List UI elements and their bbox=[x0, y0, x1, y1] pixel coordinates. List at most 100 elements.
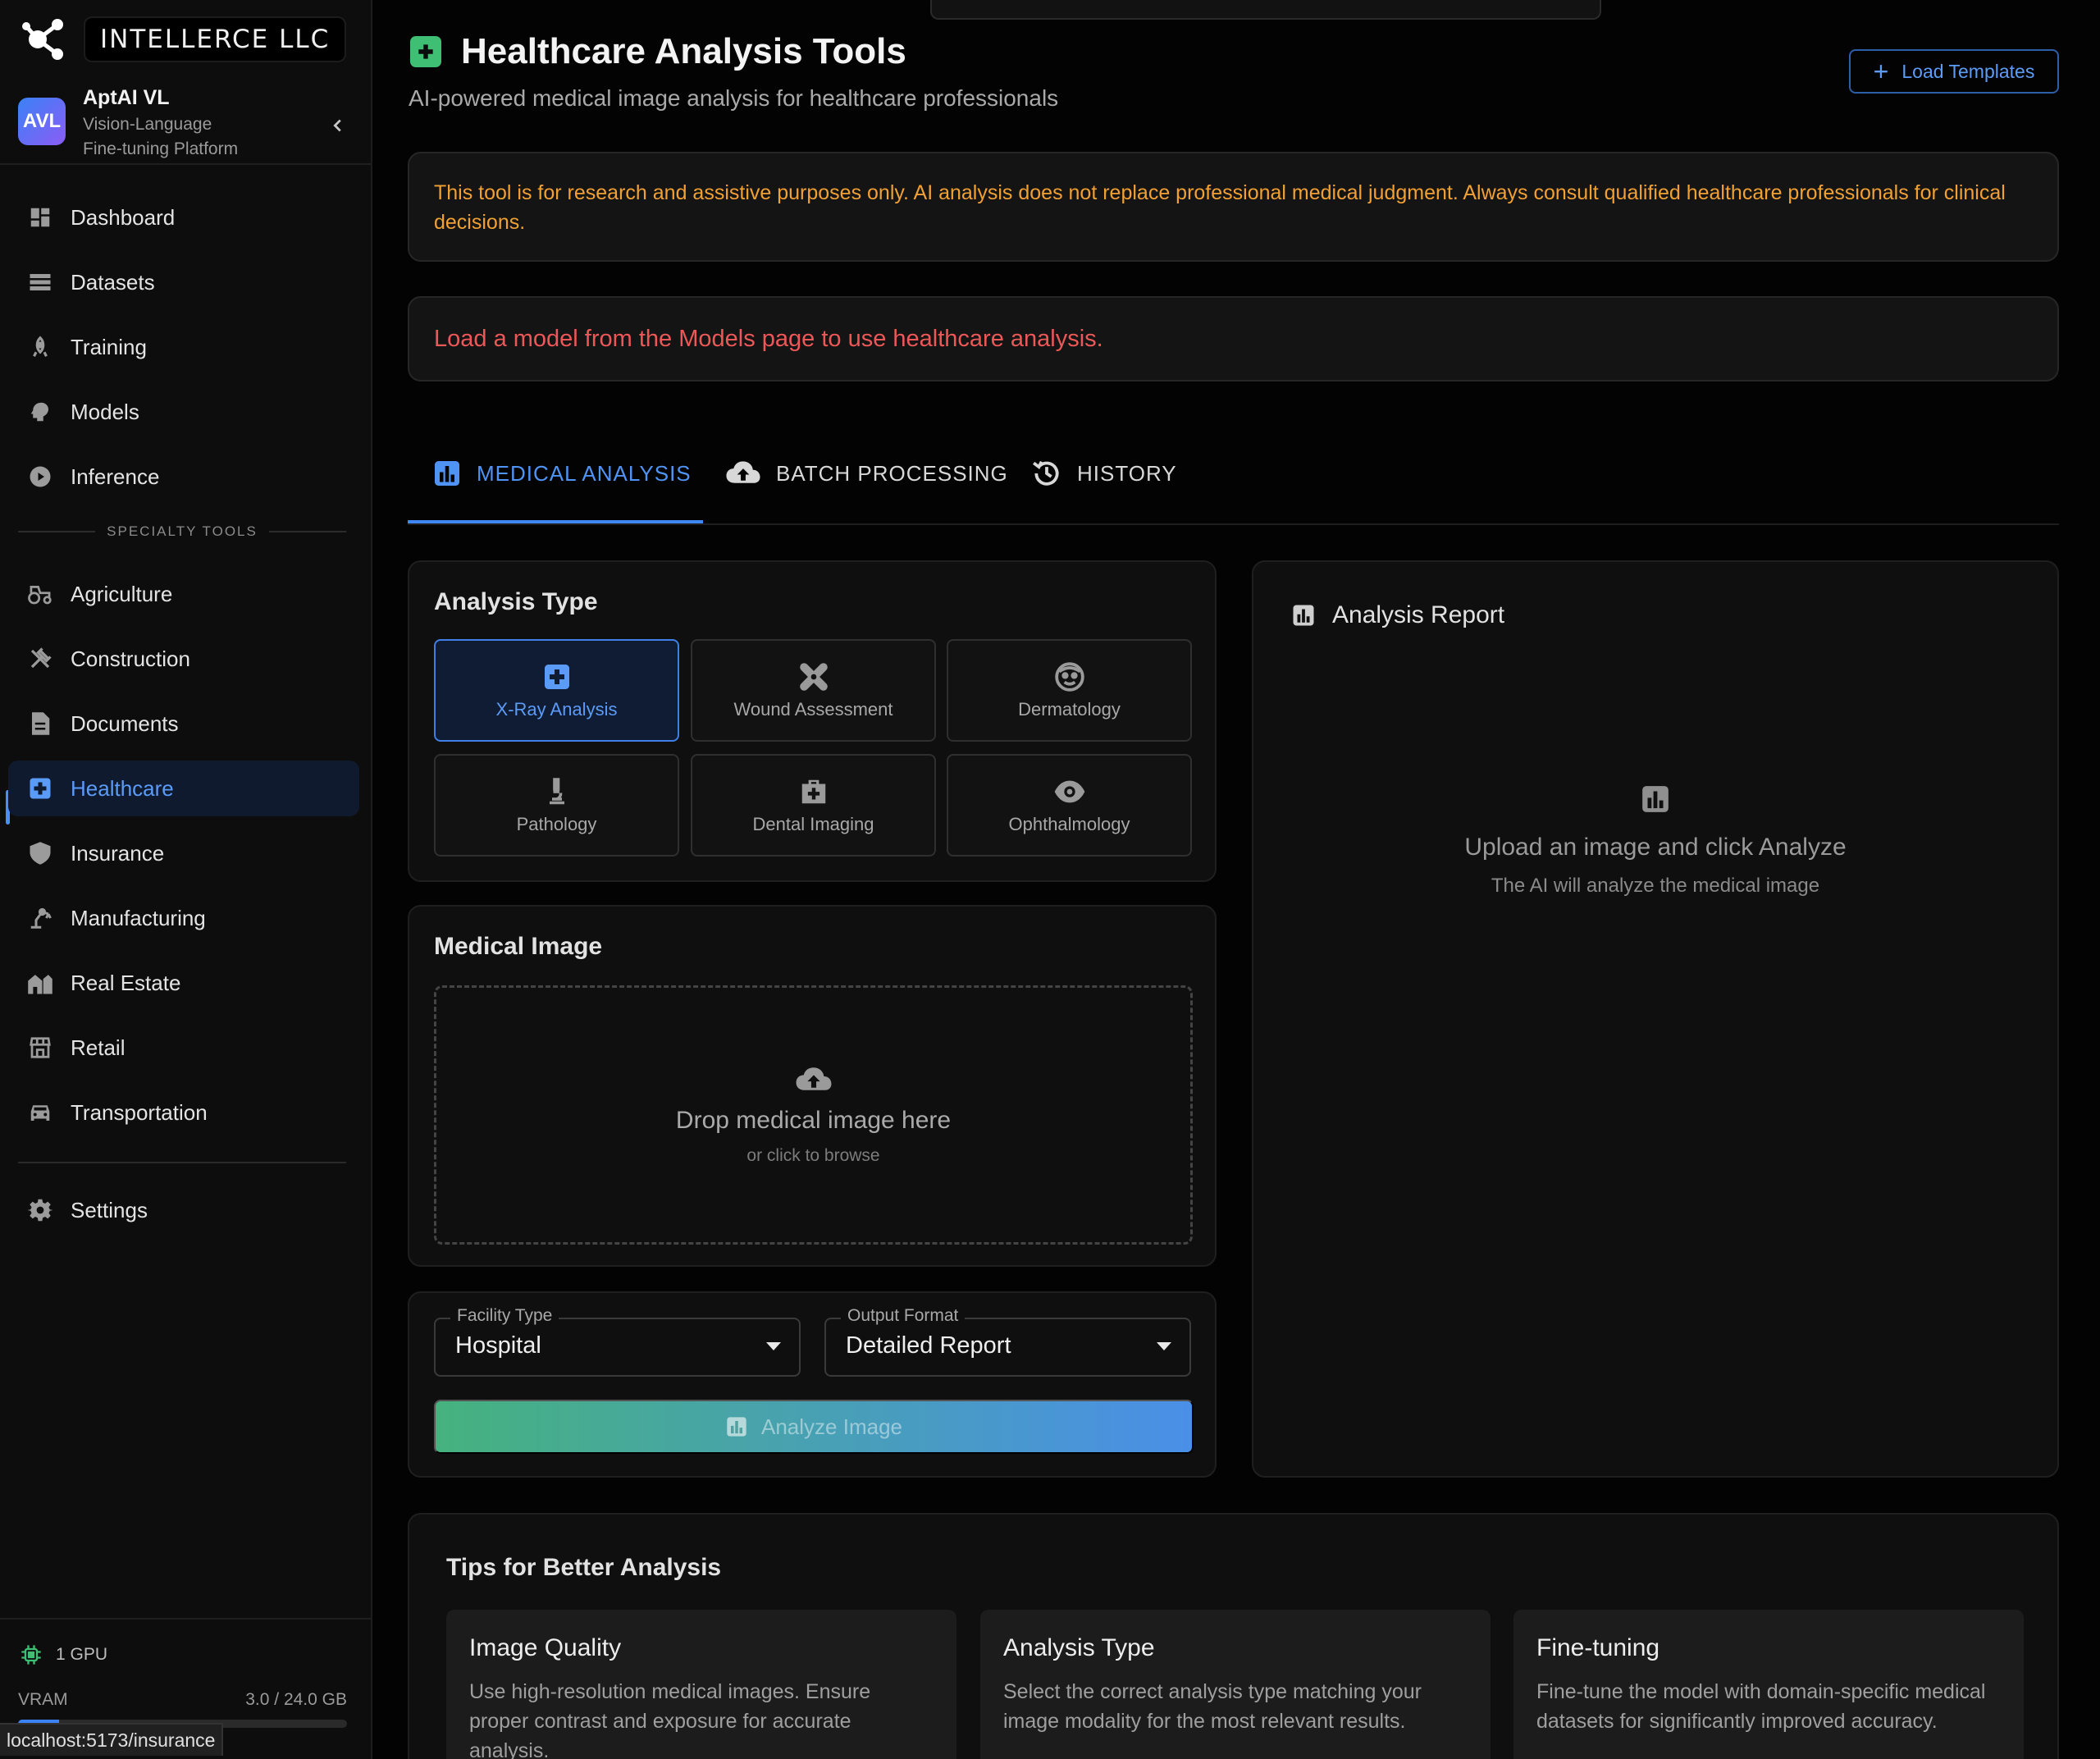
sidebar-item-models[interactable]: Models bbox=[8, 384, 359, 440]
brand[interactable]: INTELLERCE LLC bbox=[16, 10, 347, 69]
sidebar-item-inference[interactable]: Inference bbox=[8, 449, 359, 505]
sidebar-item-manufacturing[interactable]: Manufacturing bbox=[8, 890, 359, 946]
sidebar-divider bbox=[0, 1618, 371, 1620]
analysis-option-dental[interactable]: Dental Imaging bbox=[691, 754, 936, 857]
output-format-label: Output Format bbox=[841, 1306, 966, 1326]
analysis-option-pathology[interactable]: Pathology bbox=[434, 754, 679, 857]
sidebar-item-healthcare[interactable]: Healthcare bbox=[8, 761, 359, 816]
analyze-image-button[interactable]: Analyze Image bbox=[434, 1400, 1194, 1454]
eye-icon bbox=[1053, 776, 1086, 807]
specialty-tools-heading: SPECIALTY TOOLS bbox=[18, 523, 347, 540]
history-icon bbox=[1031, 458, 1062, 489]
user-profile: AVL AptAI VL Vision-Language Fine-tuning… bbox=[18, 85, 363, 158]
sidebar-item-transportation[interactable]: Transportation bbox=[8, 1085, 359, 1140]
vram-label: VRAM bbox=[18, 1690, 68, 1709]
tips-title: Tips for Better Analysis bbox=[446, 1554, 722, 1581]
tractor-icon bbox=[26, 580, 54, 608]
analysis-option-label: X-Ray Analysis bbox=[495, 698, 618, 720]
sidebar-item-real-estate[interactable]: Real Estate bbox=[8, 955, 359, 1011]
analysis-option-wound[interactable]: Wound Assessment bbox=[691, 639, 936, 742]
gear-icon bbox=[26, 1196, 54, 1224]
facility-type-select[interactable]: Facility Type Hospital bbox=[434, 1306, 801, 1377]
analysis-report-panel: Analysis Report Upload an image and clic… bbox=[1252, 560, 2059, 1478]
sidebar-item-label: Training bbox=[71, 334, 147, 359]
cloud-upload-icon bbox=[725, 459, 761, 488]
sidebar-item-retail[interactable]: Retail bbox=[8, 1020, 359, 1076]
model-error-text: Load a model from the Models page to use… bbox=[434, 325, 1103, 352]
datasets-icon bbox=[26, 268, 54, 296]
document-icon bbox=[26, 710, 54, 738]
caret-down-icon bbox=[1157, 1342, 1171, 1350]
sidebar-item-insurance[interactable]: Insurance bbox=[8, 825, 359, 881]
cloud-upload-icon bbox=[795, 1065, 833, 1097]
building-icon bbox=[26, 969, 54, 997]
models-icon bbox=[26, 398, 54, 426]
sidebar-item-label: Retail bbox=[71, 1035, 126, 1060]
sidebar-divider bbox=[18, 1162, 346, 1163]
tab-medical-analysis[interactable]: MEDICAL ANALYSIS bbox=[432, 423, 692, 523]
tip-title: Image Quality bbox=[469, 1634, 622, 1661]
avatar: AVL bbox=[18, 98, 66, 145]
car-icon bbox=[26, 1099, 54, 1126]
output-format-select[interactable]: Output Format Detailed Report bbox=[824, 1306, 1191, 1377]
load-templates-label: Load Templates bbox=[1901, 60, 2035, 82]
sidebar-item-dashboard[interactable]: Dashboard bbox=[8, 190, 359, 245]
browser-status-url: localhost:5173/insurance bbox=[0, 1723, 224, 1756]
medical-image-title: Medical Image bbox=[434, 933, 603, 960]
load-templates-button[interactable]: + Load Templates bbox=[1849, 49, 2059, 94]
dropzone-text: Drop medical image here bbox=[675, 1106, 952, 1134]
sidebar-item-documents[interactable]: Documents bbox=[8, 696, 359, 752]
microscope-icon bbox=[542, 776, 572, 807]
analysis-option-label: Wound Assessment bbox=[733, 698, 893, 720]
analysis-option-label: Dental Imaging bbox=[752, 813, 874, 834]
chevron-left-icon bbox=[333, 119, 341, 132]
analysis-option-xray[interactable]: X-Ray Analysis bbox=[434, 639, 679, 742]
sidebar: INTELLERCE LLC AVL AptAI VL Vision-Langu… bbox=[0, 0, 372, 1759]
caret-down-icon bbox=[766, 1342, 781, 1350]
disclaimer-alert: This tool is for research and assistive … bbox=[408, 152, 2059, 262]
training-icon bbox=[26, 333, 54, 361]
play-circle-icon bbox=[26, 463, 54, 491]
sidebar-item-training[interactable]: Training bbox=[8, 319, 359, 375]
model-error-alert: Load a model from the Models page to use… bbox=[408, 296, 2059, 381]
analysis-option-label: Pathology bbox=[516, 813, 597, 834]
sidebar-item-construction[interactable]: Construction bbox=[8, 631, 359, 687]
robot-arm-icon bbox=[26, 904, 54, 932]
dropzone-browse-text: or click to browse bbox=[746, 1145, 880, 1165]
analysis-controls-panel: Facility Type Hospital Output Format Det… bbox=[408, 1291, 1217, 1478]
sidebar-item-label: Manufacturing bbox=[71, 905, 206, 930]
sidebar-item-label: Agriculture bbox=[71, 581, 173, 606]
analysis-type-panel: Analysis Type X-Ray Analysis Wound Asses… bbox=[408, 560, 1217, 882]
sidebar-item-settings[interactable]: Settings bbox=[8, 1182, 359, 1238]
sidebar-item-label: Models bbox=[71, 399, 139, 424]
chart-icon bbox=[725, 1415, 748, 1438]
disclaimer-text: This tool is for research and assistive … bbox=[434, 181, 2006, 234]
tab-history[interactable]: HISTORY bbox=[1031, 423, 1177, 523]
sidebar-item-agriculture[interactable]: Agriculture bbox=[8, 566, 359, 622]
active-tab-indicator bbox=[408, 520, 703, 523]
collapse-sidebar-button[interactable] bbox=[322, 109, 354, 142]
dashboard-icon bbox=[26, 203, 54, 231]
sidebar-item-datasets[interactable]: Datasets bbox=[8, 254, 359, 310]
sidebar-item-label: Settings bbox=[71, 1197, 148, 1222]
tab-batch-processing[interactable]: BATCH PROCESSING bbox=[725, 423, 1008, 523]
image-dropzone[interactable]: Drop medical image here or click to brow… bbox=[434, 985, 1193, 1245]
sidebar-item-label: Construction bbox=[71, 646, 190, 671]
analysis-option-ophthalmology[interactable]: Ophthalmology bbox=[947, 754, 1192, 857]
tip-card-image-quality: Image Quality Use high-resolution medica… bbox=[446, 1610, 956, 1759]
sidebar-item-label: Documents bbox=[71, 710, 179, 736]
output-format-value: Detailed Report bbox=[846, 1332, 1011, 1359]
tip-body: Use high-resolution medical images. Ensu… bbox=[469, 1680, 871, 1759]
analysis-option-label: Ophthalmology bbox=[1008, 813, 1130, 834]
sidebar-item-label: Insurance bbox=[71, 840, 165, 866]
brand-logo-icon bbox=[18, 11, 74, 67]
storefront-icon bbox=[26, 1034, 54, 1062]
medical-image-panel: Medical Image Drop medical image here or… bbox=[408, 905, 1217, 1267]
user-subtitle: Vision-Language Fine-tuning Platform bbox=[83, 112, 238, 162]
medical-bag-icon bbox=[798, 776, 829, 807]
analysis-option-dermatology[interactable]: Dermatology bbox=[947, 639, 1192, 742]
analyze-image-label: Analyze Image bbox=[761, 1414, 902, 1439]
sidebar-divider bbox=[0, 163, 371, 165]
report-empty-subtext: The AI will analyze the medical image bbox=[1491, 875, 1820, 897]
sidebar-item-label: Real Estate bbox=[71, 970, 181, 995]
